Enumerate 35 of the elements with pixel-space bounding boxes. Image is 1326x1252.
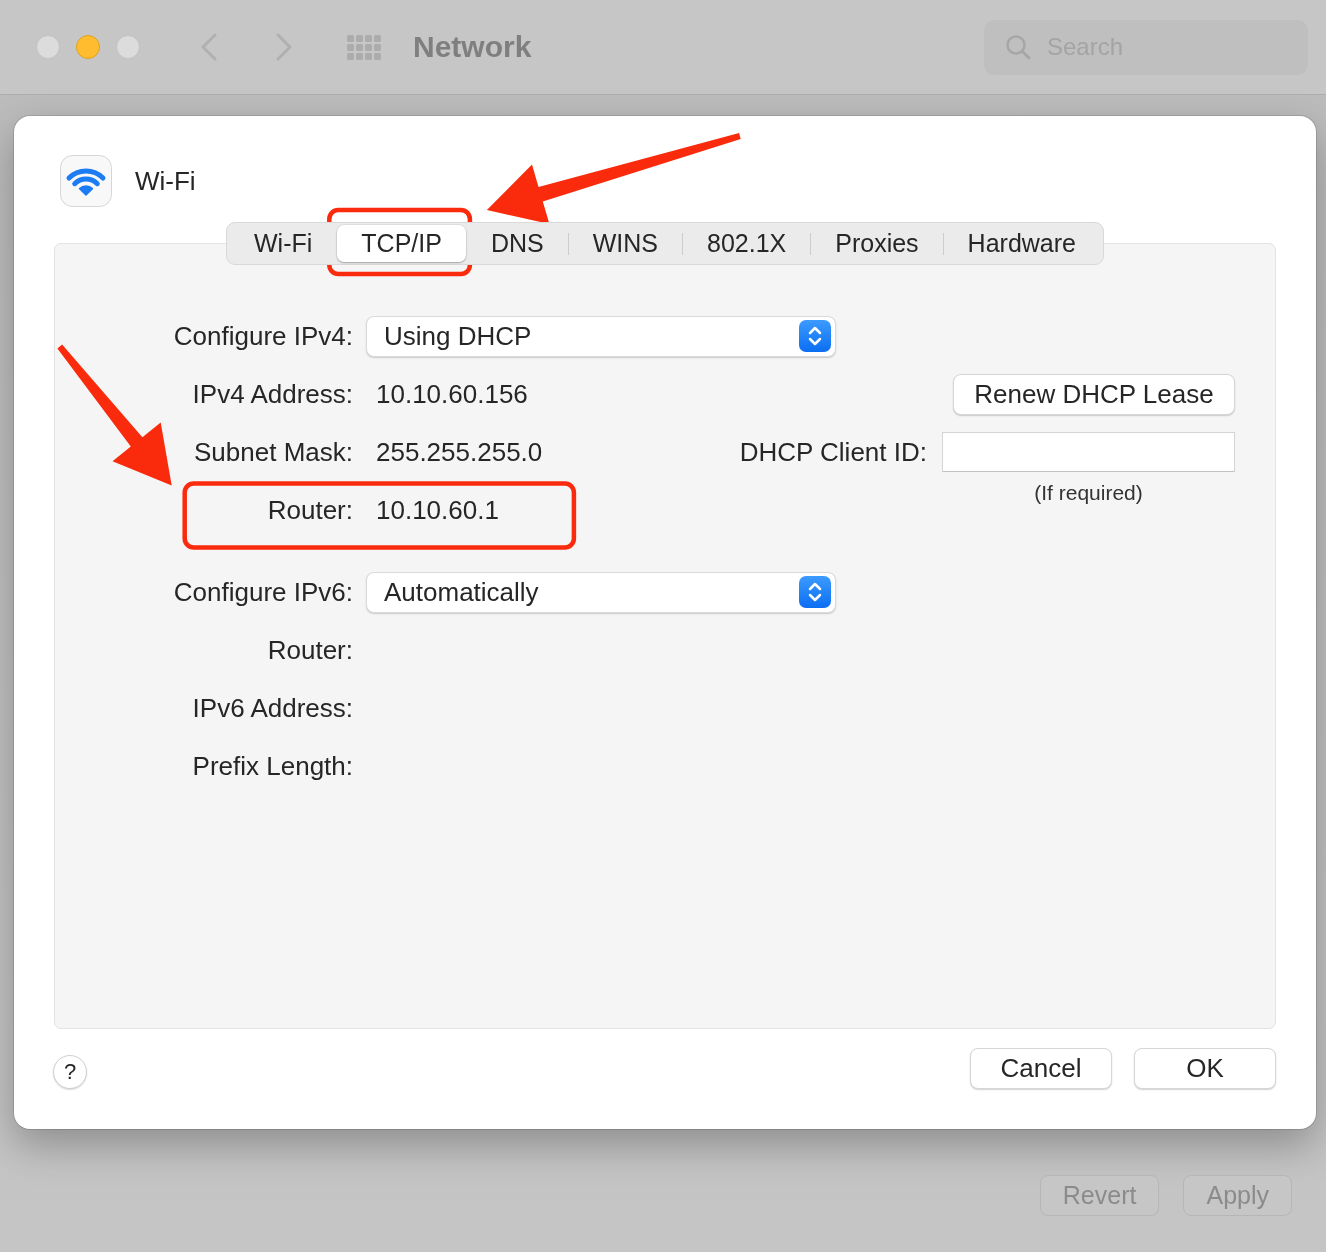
field-value: 10.10.60.1 [376, 494, 499, 526]
tab[interactable]: WINS [568, 225, 682, 262]
minimize-button[interactable] [76, 35, 100, 59]
tab[interactable]: Proxies [811, 225, 943, 262]
hint-text: (If required) [1034, 481, 1143, 504]
tab[interactable]: Wi-Fi [230, 225, 337, 262]
wifi-icon [60, 155, 112, 207]
field-label: Router: [267, 634, 353, 666]
field-label: Prefix Length: [192, 750, 353, 782]
field-value: 10.10.60.156 [376, 378, 528, 410]
tab[interactable]: TCP/IP [337, 225, 466, 262]
popup-button[interactable]: Automatically [366, 571, 836, 613]
dialog-button[interactable]: OK [1134, 1048, 1276, 1089]
field-label: Subnet Mask: [194, 436, 353, 468]
sheet-title: Wi-Fi [135, 165, 196, 197]
help-button[interactable]: ? [53, 1055, 87, 1089]
dialog-button[interactable]: Cancel [970, 1048, 1112, 1089]
tab[interactable]: Hardware [943, 225, 1100, 262]
tab[interactable]: DNS [466, 225, 568, 262]
tab[interactable]: 802.1X [683, 225, 811, 262]
field-label: DHCP Client ID: [739, 436, 927, 468]
stepper-icon [799, 320, 831, 352]
client-id-field[interactable] [942, 432, 1235, 472]
field-label: Configure IPv4: [173, 320, 353, 352]
field-value: 255.255.255.0 [376, 436, 543, 468]
field-label: Configure IPv6: [173, 576, 353, 608]
renew-lease-button[interactable]: Renew DHCP Lease [953, 373, 1235, 415]
field-label: Router: [267, 494, 353, 526]
window-title: Network [413, 30, 532, 64]
grid-icon [347, 34, 381, 60]
field-label: IPv6 Address: [192, 692, 353, 724]
field-label: IPv4 Address: [192, 378, 353, 410]
stepper-icon [799, 576, 831, 608]
popup-button[interactable]: Using DHCP [366, 315, 836, 357]
search-icon [1005, 33, 1031, 60]
